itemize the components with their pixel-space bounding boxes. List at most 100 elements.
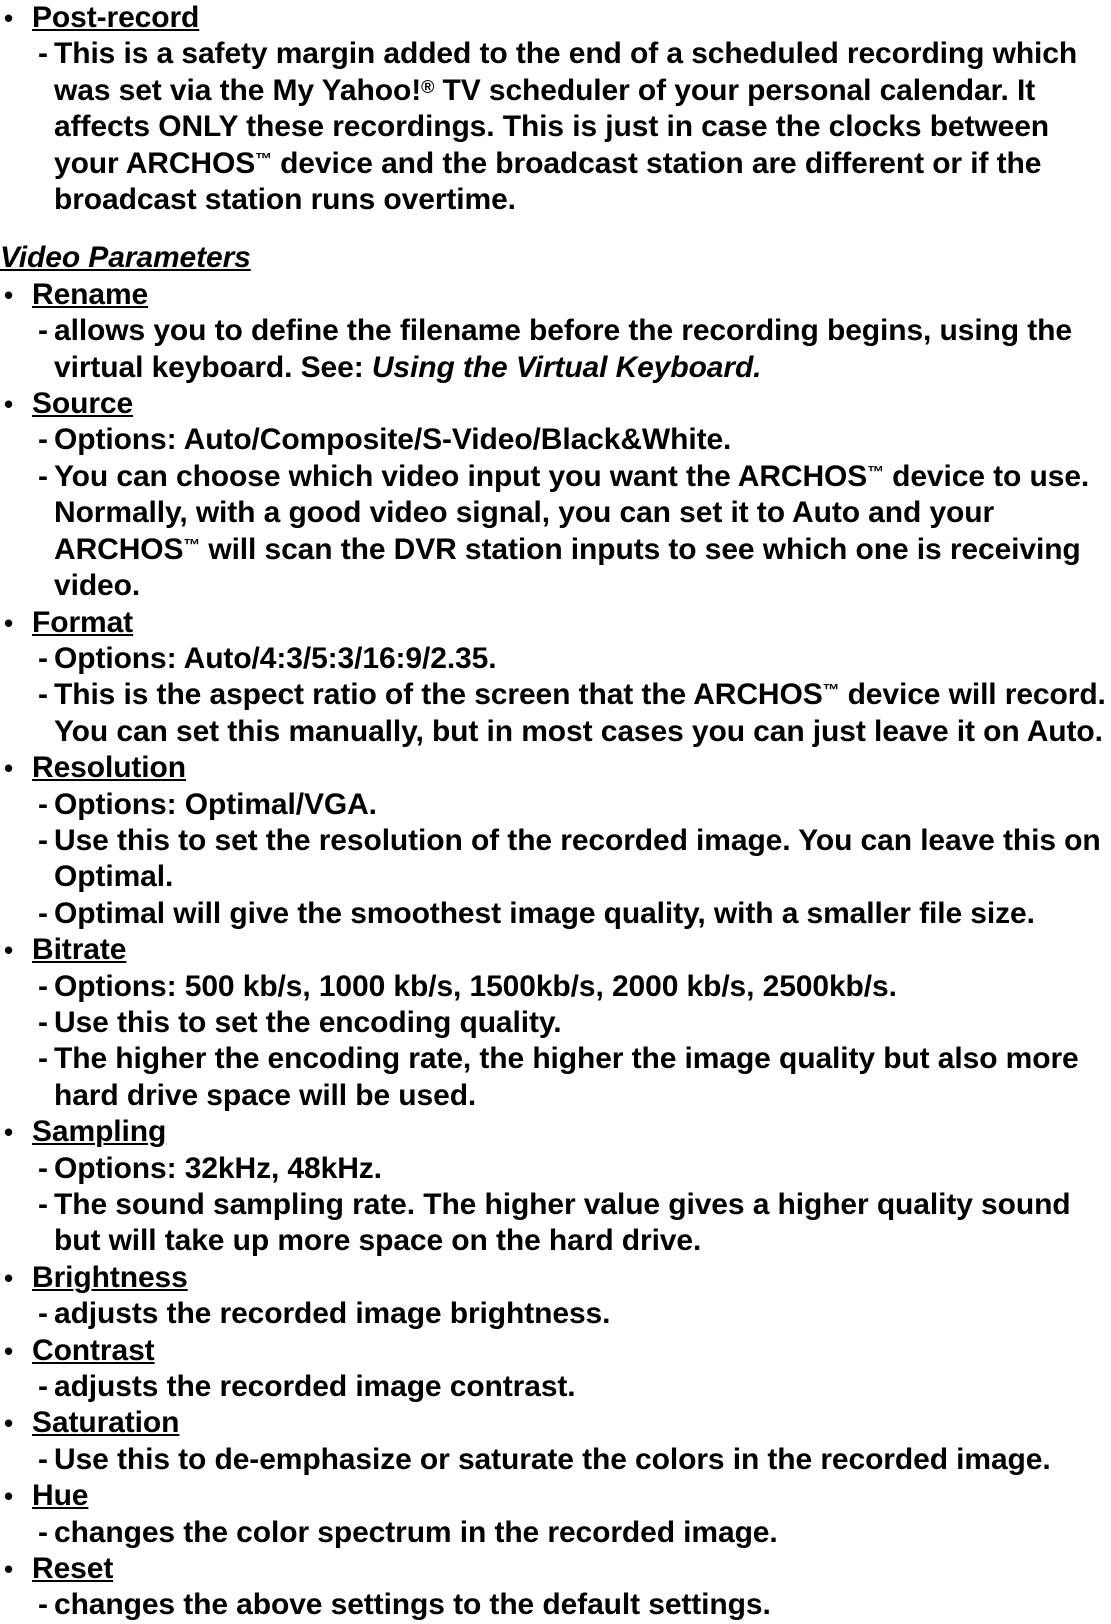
- sub-item: - Options: Auto/Composite/S-Video/Black&W…: [0, 422, 1111, 458]
- bullet-item-bitrate: • Bitrate: [0, 932, 1111, 968]
- trademark-icon: ™: [255, 148, 272, 168]
- sub-item: - Options: Optimal/VGA.: [0, 787, 1111, 823]
- sub-item: - changes the color spectrum in the recor…: [0, 1515, 1111, 1551]
- dash-bullet-icon: -: [38, 1005, 48, 1039]
- bullet-item-contrast: • Contrast: [0, 1333, 1111, 1369]
- sub-item-text: adjusts the recorded image contrast.: [54, 1370, 576, 1404]
- bullet-point-icon: •: [4, 753, 14, 784]
- dash-bullet-icon: -: [38, 823, 48, 857]
- dash-bullet-icon: -: [38, 459, 48, 493]
- sub-item: - You can choose which video input you wa…: [0, 459, 1111, 605]
- sub-item-text: You can choose which video input you wan…: [54, 459, 1090, 603]
- bullet-item-sampling: • Sampling: [0, 1114, 1111, 1150]
- bullet-item-label: Rename: [32, 277, 149, 311]
- registered-icon: ®: [421, 76, 435, 97]
- sub-item-text: The higher the encoding rate, the higher…: [54, 1042, 1079, 1112]
- bullet-point-icon: •: [4, 1335, 14, 1366]
- bullet-point-icon: •: [4, 935, 14, 966]
- sub-item: - This is a safety margin added to the en…: [0, 36, 1111, 218]
- dash-bullet-icon: -: [38, 1515, 48, 1549]
- sub-item-text: Options: 500 kb/s, 1000 kb/s, 1500kb/s, …: [54, 969, 897, 1003]
- bullet-item-saturation: • Saturation: [0, 1405, 1111, 1441]
- dash-bullet-icon: -: [38, 37, 48, 71]
- sub-item-text: Use this to set the resolution of the re…: [54, 823, 1101, 894]
- dash-bullet-icon: -: [38, 1297, 48, 1331]
- bullet-point-icon: •: [4, 1481, 14, 1512]
- sub-item: - Use this to set the resolution of the r…: [0, 823, 1111, 896]
- bullet-point-icon: •: [4, 1554, 14, 1585]
- bullet-item-label: Resolution: [32, 751, 186, 785]
- sub-item: - Options: 32kHz, 48kHz.: [0, 1151, 1111, 1187]
- sub-item-text: Options: Auto/4:3/5:3/16:9/2.35.: [54, 641, 497, 675]
- section-heading: Video Parameters: [0, 241, 251, 275]
- sub-item-text: Optimal will give the smoothest image qu…: [54, 896, 1035, 930]
- dash-bullet-icon: -: [38, 1588, 48, 1622]
- sub-item-text: changes the above settings to the defaul…: [54, 1588, 771, 1622]
- sub-item-text: allows you to define the filename before…: [54, 314, 1072, 384]
- bullet-item-resolution: • Resolution: [0, 750, 1111, 786]
- bullet-item-reset: • Reset: [0, 1551, 1111, 1587]
- bullet-item-label: Reset: [32, 1552, 114, 1586]
- bullet-point-icon: •: [4, 607, 14, 638]
- bullet-item-label: Post-record: [32, 1, 200, 34]
- sub-item-text: Use this to de-emphasize or saturate the…: [54, 1442, 1051, 1476]
- bullet-item-label: Source: [32, 387, 134, 421]
- document-page: • Post-record - This is a safety margin add…: [0, 0, 1111, 1621]
- sub-item: - Use this to de-emphasize or saturate th…: [0, 1442, 1111, 1478]
- italic-phrase: Using the Virtual Keyboard.: [371, 350, 762, 384]
- bullet-point-icon: •: [4, 1117, 14, 1148]
- bullet-point-icon: •: [4, 279, 14, 310]
- dash-bullet-icon: -: [38, 1151, 48, 1185]
- dash-bullet-icon: -: [38, 969, 48, 1003]
- dash-bullet-icon: -: [38, 1042, 48, 1076]
- sub-item: - allows you to define the filename befor…: [0, 313, 1111, 386]
- sub-item-text: changes the color spectrum in the record…: [54, 1515, 778, 1549]
- bullet-item-format: • Format: [0, 605, 1111, 641]
- bullet-item-source: • Source: [0, 386, 1111, 422]
- bullet-point-icon: •: [4, 1408, 14, 1439]
- bullet-item-label: Contrast: [32, 1333, 155, 1367]
- sub-item-text: This is a safety margin added to the end…: [54, 37, 1078, 217]
- sub-item-text: Use this to set the encoding quality.: [54, 1005, 562, 1039]
- sub-item-text: This is the aspect ratio of the screen t…: [54, 678, 1106, 748]
- sub-item: - This is the aspect ratio of the screen …: [0, 677, 1111, 750]
- bullet-item-label: Saturation: [32, 1406, 180, 1440]
- bullet-point-icon: •: [4, 1262, 14, 1293]
- bullet-item-brightness: • Brightness: [0, 1260, 1111, 1296]
- dash-bullet-icon: -: [38, 423, 48, 457]
- dash-bullet-icon: -: [38, 678, 48, 712]
- sub-item-text: Options: 32kHz, 48kHz.: [54, 1151, 382, 1185]
- sub-item: - The higher the encoding rate, the highe…: [0, 1041, 1111, 1114]
- trademark-icon: ™: [822, 680, 840, 700]
- bullet-item-label: Format: [32, 605, 134, 639]
- sub-item-text: The sound sampling rate. The higher valu…: [54, 1188, 1071, 1258]
- bullet-item-rename: • Rename: [0, 277, 1111, 313]
- sub-item: - Use this to set the encoding quality.: [0, 1005, 1111, 1041]
- dash-bullet-icon: -: [38, 1188, 48, 1221]
- trademark-icon: ™: [867, 462, 884, 482]
- bullet-item-label: Bitrate: [32, 933, 127, 967]
- sub-item: - Optimal will give the smoothest image q…: [0, 896, 1111, 932]
- bullet-point-icon: •: [4, 3, 14, 33]
- sub-item: - adjusts the recorded image contrast.: [0, 1369, 1111, 1405]
- dash-bullet-icon: -: [38, 1370, 48, 1404]
- trademark-icon: ™: [183, 534, 201, 554]
- sub-item-text: Options: Optimal/VGA.: [54, 787, 377, 821]
- bullet-point-icon: •: [4, 389, 14, 420]
- bullet-item-label: Brightness: [32, 1260, 188, 1294]
- dash-bullet-icon: -: [38, 787, 48, 821]
- bullet-item-post-record: • Post-record: [0, 0, 1111, 36]
- bullet-item-label: Hue: [32, 1479, 89, 1513]
- sub-item: - changes the above settings to the defau…: [0, 1587, 1111, 1623]
- dash-bullet-icon: -: [38, 896, 48, 930]
- sub-item: - adjusts the recorded image brightness.: [0, 1296, 1111, 1332]
- document-content: • Post-record - This is a safety margin add…: [0, 0, 1111, 1624]
- bullet-item-hue: • Hue: [0, 1478, 1111, 1514]
- sub-item: - The sound sampling rate. The higher val…: [0, 1187, 1111, 1260]
- dash-bullet-icon: -: [38, 314, 48, 348]
- sub-item-text: adjusts the recorded image brightness.: [54, 1297, 611, 1331]
- dash-bullet-icon: -: [38, 1442, 48, 1476]
- sub-item-text: Options: Auto/Composite/S-Video/Black&Wh…: [54, 423, 732, 457]
- dash-bullet-icon: -: [38, 641, 48, 675]
